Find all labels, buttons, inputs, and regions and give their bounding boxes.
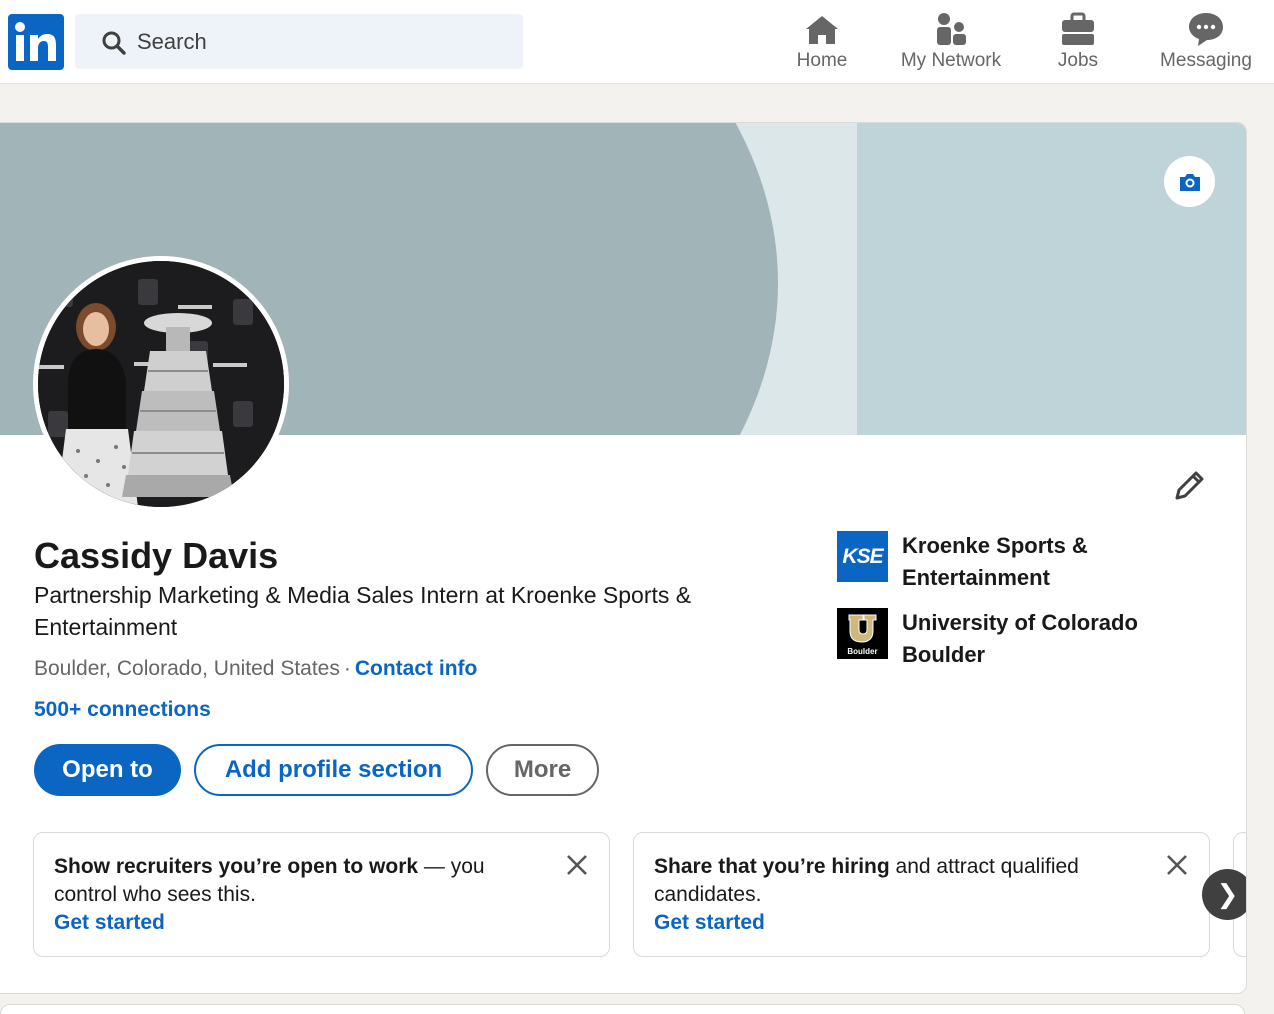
contact-info-link[interactable]: Contact info [355,657,477,680]
cu-boulder-logo-icon: Boulder [837,608,888,659]
close-icon[interactable] [565,853,589,877]
connections-link[interactable]: 500+ connections [34,698,211,722]
camera-icon [1180,174,1200,191]
profile-name: Cassidy Davis [34,535,279,576]
profile-card: Cassidy Davis Partnership Marketing & Me… [0,122,1247,994]
edit-banner-button[interactable] [1164,156,1215,207]
next-section-card [0,1004,1245,1014]
add-profile-section-button[interactable]: Add profile section [194,744,473,796]
promo-text: Show recruiters you’re open to work — yo… [54,853,544,909]
nav-item-jobs[interactable]: Jobs [1040,10,1116,76]
briefcase-icon [1062,12,1094,45]
school-name: University of Colorado Boulder [902,610,1138,667]
separator-dot: · [343,657,351,680]
promo-text: Share that you’re hiring and attract qua… [654,853,1144,909]
profile-location: Boulder, Colorado, United States [34,657,340,680]
home-icon [806,16,838,44]
promo-bold: Share that you’re hiring [654,855,890,878]
hiring-card: Share that you’re hiring and attract qua… [633,832,1210,957]
search-icon [102,31,126,55]
search-input[interactable] [137,14,507,69]
nav-item-label: My Network [900,50,1002,71]
edit-profile-pencil-icon[interactable] [1169,466,1209,506]
open-to-work-card: Show recruiters you’re open to work — yo… [33,832,610,957]
chat-icon [1189,13,1223,46]
close-icon[interactable] [1165,853,1189,877]
nav-item-label: Messaging [1160,50,1252,71]
profile-photo [38,261,284,507]
nav-item-messaging[interactable]: Messaging [1146,10,1266,76]
nav-item-label: Jobs [1057,50,1099,71]
search-bar[interactable] [75,14,523,69]
more-button[interactable]: More [486,744,599,796]
cu-logo-text: Boulder [847,647,878,656]
get-started-link[interactable]: Get started [654,909,765,937]
get-started-link[interactable]: Get started [54,909,165,937]
education[interactable]: Boulder University of Colorado Boulder [837,608,1182,671]
company-name: Kroenke Sports & Entertainment [902,533,1088,590]
nav-item-my-network[interactable]: My Network [888,10,1014,76]
profile-location-row: Boulder, Colorado, United States · Contact… [34,657,477,681]
people-icon [937,13,966,45]
nav-item-label: Home [796,50,848,71]
profile-headline: Partnership Marketing & Media Sales Inte… [34,582,692,640]
kse-logo-icon: KSE [837,531,888,582]
promo-bold: Show recruiters you’re open to work [54,855,419,878]
carousel-next-button[interactable]: ❯ [1202,869,1246,920]
top-nav: Home My Network Jobs Messaging [0,0,1274,84]
nav-item-home[interactable]: Home [782,10,862,76]
avatar[interactable] [33,256,289,512]
open-to-button[interactable]: Open to [34,744,181,796]
current-company[interactable]: KSE Kroenke Sports & Entertainment [837,531,1182,594]
chevron-right-icon: ❯ [1216,879,1239,909]
linkedin-logo-icon[interactable] [8,14,64,70]
